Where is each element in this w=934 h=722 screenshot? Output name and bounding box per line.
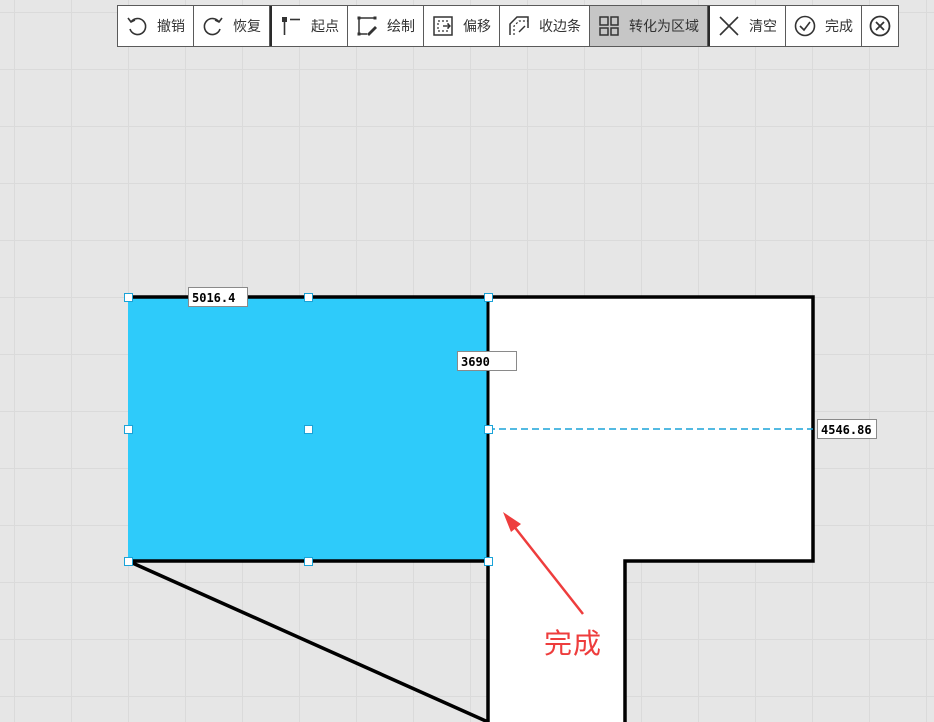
handle-top-right[interactable] — [484, 293, 493, 302]
done-button[interactable]: 完成 — [786, 6, 862, 46]
done-icon — [793, 14, 817, 38]
edge-strip-button[interactable]: 收边条 — [500, 6, 590, 46]
annotation-label: 完成 — [544, 627, 603, 660]
draw-label: 绘制 — [387, 19, 415, 35]
handle-middle-left[interactable] — [124, 425, 133, 434]
toolbar: 撤销 恢复 起点 绘制 偏移 收边条 转化为区域 清空 完成 — [117, 5, 899, 47]
offset-label: 偏移 — [463, 19, 491, 35]
handle-bottom-middle[interactable] — [304, 557, 313, 566]
undo-icon — [125, 14, 149, 38]
edge-strip-label: 收边条 — [539, 19, 581, 35]
to-region-label: 转化为区域 — [629, 19, 699, 35]
close-button[interactable] — [862, 6, 898, 46]
start-point-label: 起点 — [311, 19, 339, 35]
undo-label: 撤销 — [157, 19, 185, 35]
clear-icon — [717, 14, 741, 38]
handle-bottom-right[interactable] — [484, 557, 493, 566]
close-icon — [868, 14, 892, 38]
offset-button[interactable]: 偏移 — [424, 6, 500, 46]
draw-button[interactable]: 绘制 — [348, 6, 424, 46]
offset-icon — [431, 14, 455, 38]
handle-top-left[interactable] — [124, 293, 133, 302]
start-point-icon — [279, 14, 303, 38]
dimension-label-width[interactable]: 5016.4 — [188, 287, 248, 307]
undo-button[interactable]: 撤销 — [118, 6, 194, 46]
canvas[interactable]: 5016.4 3690 4546.86 完成 撤销 恢复 起点 绘制 偏移 收边… — [0, 0, 934, 722]
edge-strip-icon — [507, 14, 531, 38]
handle-top-middle[interactable] — [304, 293, 313, 302]
clear-button[interactable]: 清空 — [708, 6, 786, 46]
dimension-label-height[interactable]: 3690 — [457, 351, 517, 371]
draw-icon — [355, 14, 379, 38]
handle-middle-right[interactable] — [484, 425, 493, 434]
clear-label: 清空 — [749, 19, 777, 35]
handle-center[interactable] — [304, 425, 313, 434]
done-label: 完成 — [825, 19, 853, 35]
redo-icon — [201, 14, 225, 38]
redo-label: 恢复 — [233, 19, 261, 35]
handle-bottom-left[interactable] — [124, 557, 133, 566]
to-region-button[interactable]: 转化为区域 — [590, 6, 708, 46]
start-point-button[interactable]: 起点 — [270, 6, 348, 46]
redo-button[interactable]: 恢复 — [194, 6, 270, 46]
region-icon — [597, 14, 621, 38]
dimension-label-offset[interactable]: 4546.86 — [817, 419, 877, 439]
